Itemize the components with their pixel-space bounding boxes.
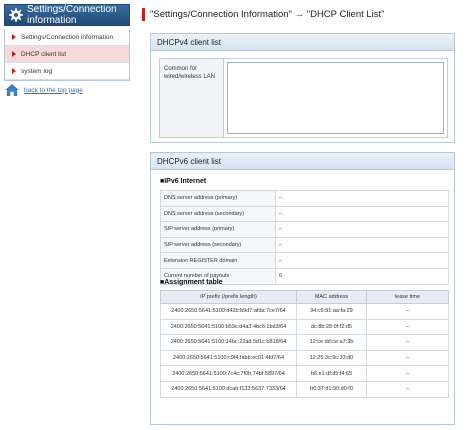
breadcrumb-marker xyxy=(142,7,145,21)
sidebar-item-label: Settings/Connection information xyxy=(21,33,114,41)
sidebar-item-label: system log xyxy=(21,67,53,75)
table-row: SIP server address (secondary) – xyxy=(160,236,449,254)
table-key: DNS server address (primary) xyxy=(160,190,276,207)
prefix-cell: 2400:2650:5641:5100:c9f4:fabb:ec01:4fd7/… xyxy=(160,349,297,367)
table-row: Extension REGISTER domain – xyxy=(160,252,449,269)
lease-cell: – xyxy=(366,349,449,367)
prefix-cell: 2400:2650:5641:5100:7c4c:7f0b:74bf:5897/… xyxy=(160,365,297,382)
assignment-table-heading: ■Assignment table xyxy=(160,279,223,286)
gear-icon xyxy=(9,8,23,22)
table-value: – xyxy=(275,221,449,238)
table-key: DNS server address (secondary) xyxy=(160,205,276,223)
sidebar-item-label: DHCP client list xyxy=(21,50,67,58)
ipv6-internet-table: DNS server address (primary) – DNS server… xyxy=(160,190,449,285)
table-row: 2400:2650:5641:5100:b59c:d4a3:4bc6:1bd3/… xyxy=(160,318,449,336)
mac-cell: 12:ce:dd:ce:a7:3b xyxy=(296,334,367,351)
dhcpv4-value-cell xyxy=(224,59,447,137)
table-value: 6 xyxy=(275,267,449,285)
mac-cell: b6:37:d1:90:d0:f0 xyxy=(296,380,367,398)
sidebar-item-connection-info[interactable]: Settings/Connection information xyxy=(5,29,129,46)
table-key: Extension REGISTER domain xyxy=(160,252,276,269)
table-row: 2400:2650:5641:5100:d42b:b9d7:afda:7ce7/… xyxy=(160,303,449,320)
table-row: DNS server address (primary) – xyxy=(160,190,449,207)
prefix-cell: 2400:2650:5641:5100:d42b:b9d7:afda:7ce7/… xyxy=(160,303,297,320)
table-value: – xyxy=(275,236,449,254)
lease-cell: – xyxy=(366,380,449,398)
back-to-top-link[interactable]: back to the top page xyxy=(5,84,83,96)
sidebar-item-system-log[interactable]: system log xyxy=(5,63,129,80)
lease-cell: – xyxy=(366,303,449,320)
table-row: 2400:2650:5641:5100:c9f4:fabb:ec01:4fd7/… xyxy=(160,349,449,367)
sidebar-title: Settings/Connection information xyxy=(27,4,117,26)
sidebar: Settings/Connection information Settings… xyxy=(4,4,130,81)
lease-cell: – xyxy=(366,334,449,351)
assignment-table: IP prefix (/prefix length) MAC address l… xyxy=(160,290,449,398)
breadcrumb-text: "Settings/Connection Information" → "DHC… xyxy=(150,8,385,20)
breadcrumb: "Settings/Connection Information" → "DHC… xyxy=(142,6,385,22)
prefix-cell: 2400:2650:5641:5100:14bc:22ad:5d1c:b818/… xyxy=(160,334,297,351)
column-header-lease: lease time xyxy=(366,290,449,304)
arrow-right-icon xyxy=(12,51,16,57)
lease-cell: – xyxy=(366,318,449,336)
sidebar-header: Settings/Connection information xyxy=(4,4,130,26)
table-key: SIP server address (secondary) xyxy=(160,236,276,254)
lease-cell: – xyxy=(366,365,449,382)
mac-cell: 12:25:3c:9c:33:d0 xyxy=(296,349,367,367)
table-row: 2400:2650:5641:5100:dcab:f133:5637:7333/… xyxy=(160,380,449,398)
home-icon xyxy=(5,84,19,96)
table-value: – xyxy=(275,190,449,207)
arrow-right-icon xyxy=(12,68,16,74)
table-row: DNS server address (secondary) – xyxy=(160,205,449,223)
dhcpv6-panel-title: DHCPv6 client list xyxy=(151,153,454,170)
mac-cell: dc:8b:28:0f:f2:d5 xyxy=(296,318,367,336)
table-row: 2400:2650:5641:5100:7c4c:7f0b:74bf:5897/… xyxy=(160,365,449,382)
dhcpv4-row: Common for wired/wireless LAN xyxy=(159,58,448,138)
prefix-cell: 2400:2650:5641:5100:b59c:d4a3:4bc6:1bd3/… xyxy=(160,318,297,336)
column-header-prefix: IP prefix (/prefix length) xyxy=(160,290,297,304)
dhcpv6-panel: DHCPv6 client list ■IPv6 Internet DNS se… xyxy=(150,152,455,425)
sidebar-item-dhcp-client-list[interactable]: DHCP client list xyxy=(5,46,129,63)
back-to-top-label: back to the top page xyxy=(24,86,83,94)
dhcpv4-client-list-textarea[interactable] xyxy=(227,62,444,134)
prefix-cell: 2400:2650:5641:5100:dcab:f133:5637:7333/… xyxy=(160,380,297,398)
ipv6-internet-heading: ■IPv6 Internet xyxy=(160,178,207,185)
table-header-row: IP prefix (/prefix length) MAC address l… xyxy=(160,290,449,304)
mac-cell: 94:c6:91:aa:fa:29 xyxy=(296,303,367,320)
table-key: SIP server address (primary) xyxy=(160,221,276,238)
dhcpv4-panel-title: DHCPv4 client list xyxy=(151,34,454,51)
table-row: SIP server address (primary) – xyxy=(160,221,449,238)
dhcpv4-panel: DHCPv4 client list Common for wired/wire… xyxy=(150,33,455,143)
table-value: – xyxy=(275,205,449,223)
arrow-right-icon xyxy=(12,34,16,40)
mac-cell: b6:e1:df:d5:f4:65 xyxy=(296,365,367,382)
sidebar-menu: Settings/Connection information DHCP cli… xyxy=(4,29,130,81)
column-header-mac: MAC address xyxy=(296,290,367,304)
dhcpv4-label: Common for wired/wireless LAN xyxy=(160,59,224,137)
table-value: – xyxy=(275,252,449,269)
table-row: 2400:2650:5641:5100:14bc:22ad:5d1c:b818/… xyxy=(160,334,449,351)
